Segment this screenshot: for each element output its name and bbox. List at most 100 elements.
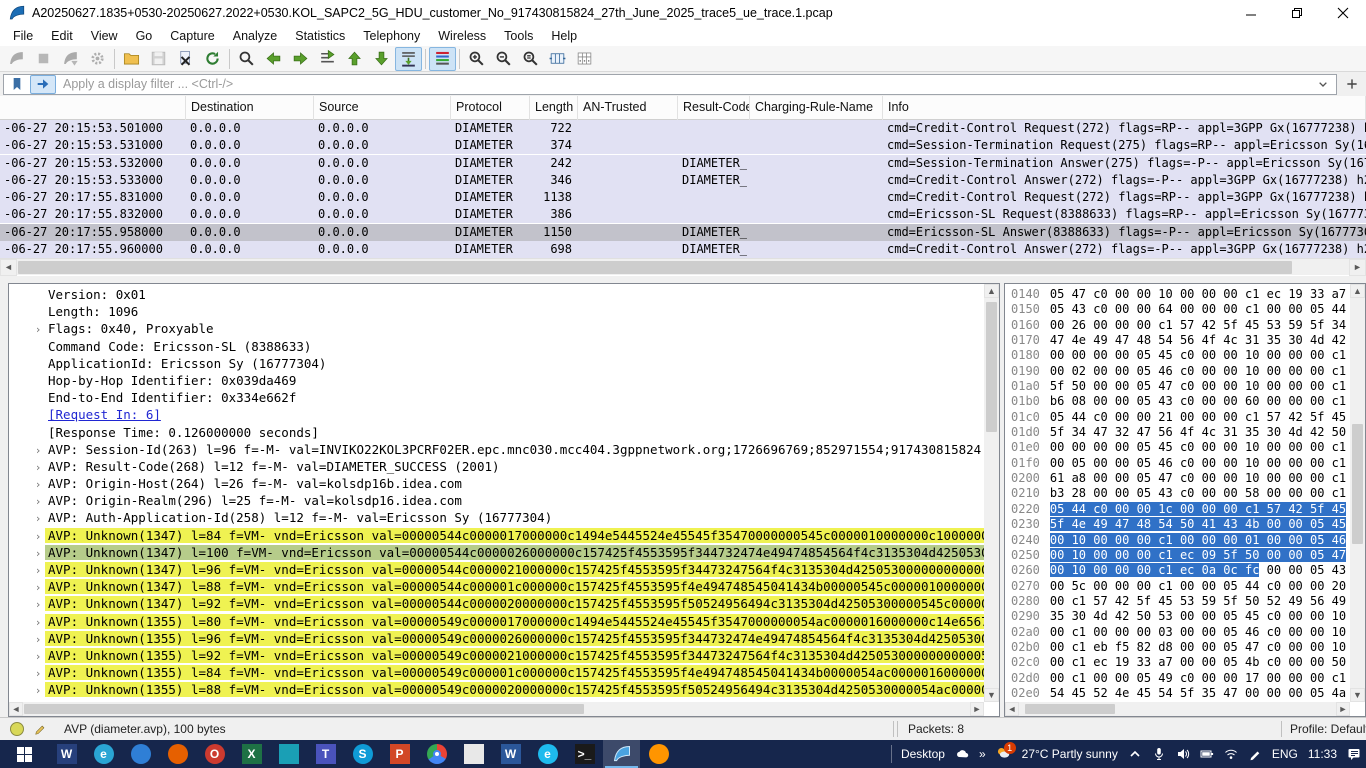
column-header-protocol[interactable]: Protocol xyxy=(451,96,530,120)
hex-row[interactable]: 027000 5c 00 00 00 c1 00 00 05 44 c0 00 … xyxy=(1005,579,1350,594)
taskbar-app-app-blue[interactable] xyxy=(122,740,159,768)
reload-icon[interactable] xyxy=(199,47,226,71)
hex-row[interactable]: 01d05f 34 47 32 47 56 4f 4c 31 35 30 4d … xyxy=(1005,425,1350,440)
detail-hscrollbar[interactable]: ◄ ► xyxy=(9,702,984,716)
colorize-icon[interactable] xyxy=(429,47,456,71)
go-last-icon[interactable] xyxy=(368,47,395,71)
detail-link-line[interactable]: [Request In: 6] xyxy=(9,407,984,424)
speaker-icon[interactable] xyxy=(1171,740,1195,768)
detail-line[interactable]: ›AVP: Unknown(1355) l=96 f=VM- vnd=Erics… xyxy=(9,631,984,648)
menu-capture[interactable]: Capture xyxy=(161,27,223,45)
open-file-icon[interactable] xyxy=(118,47,145,71)
resize-columns-icon[interactable] xyxy=(544,47,571,71)
taskbar-app-wireshark[interactable] xyxy=(603,740,640,768)
taskbar-app-app-teal[interactable] xyxy=(270,740,307,768)
packet-list-hscrollbar[interactable]: ◄ ► xyxy=(0,258,1366,275)
hex-row[interactable]: 0210b3 28 00 00 05 43 c0 00 00 58 00 00 … xyxy=(1005,486,1350,501)
detail-line[interactable]: ›AVP: Unknown(1347) l=96 f=VM- vnd=Erics… xyxy=(9,562,984,579)
packet-row[interactable]: -06-27 20:15:53.5310000.0.0.00.0.0.0DIAM… xyxy=(0,137,1366,154)
taskbar-app-edge[interactable]: e xyxy=(85,740,122,768)
go-back-icon[interactable] xyxy=(260,47,287,71)
taskbar-app-firefox[interactable] xyxy=(159,740,196,768)
annotation-pencil-icon[interactable] xyxy=(34,722,48,739)
hex-row[interactable]: 026000 10 00 00 00 c1 ec 0a 0c fc 00 00 … xyxy=(1005,563,1350,578)
onedrive-cloud-icon[interactable] xyxy=(950,740,974,768)
weather-icon[interactable]: 1 xyxy=(991,740,1017,768)
detail-line[interactable]: ›AVP: Origin-Host(264) l=26 f=-M- val=ko… xyxy=(9,476,984,493)
taskbar-app-word-doc[interactable]: W xyxy=(492,740,529,768)
zoom-in-icon[interactable] xyxy=(463,47,490,71)
hex-row[interactable]: 022005 44 c0 00 00 1c 00 00 00 c1 57 42 … xyxy=(1005,502,1350,517)
taskbar-app-ie[interactable]: e xyxy=(529,740,566,768)
taskbar-app-firefox-2[interactable] xyxy=(640,740,677,768)
bookmark-icon[interactable] xyxy=(4,75,30,94)
detail-line[interactable]: [Response Time: 0.126000000 seconds] xyxy=(9,425,984,442)
hex-row[interactable]: 02a000 c1 00 00 00 03 00 00 05 46 c0 00 … xyxy=(1005,625,1350,640)
taskbar-app-teams[interactable]: T xyxy=(307,740,344,768)
detail-line[interactable]: Version: 0x01 xyxy=(9,287,984,304)
column-header-charging-rule-name[interactable]: Charging-Rule-Name xyxy=(750,96,883,120)
taskbar-app-word-w[interactable]: W xyxy=(48,740,85,768)
detail-line[interactable]: ApplicationId: Ericsson Sy (16777304) xyxy=(9,356,984,373)
menu-telephony[interactable]: Telephony xyxy=(354,27,429,45)
pen-icon[interactable] xyxy=(1243,740,1267,768)
hex-row[interactable]: 02c000 c1 ec 19 33 a7 00 00 05 4b c0 00 … xyxy=(1005,655,1350,670)
detail-line[interactable]: ›AVP: Session-Id(263) l=96 f=-M- val=INV… xyxy=(9,442,984,459)
expert-info-icon[interactable] xyxy=(10,722,24,736)
column-header-info[interactable]: Info xyxy=(883,96,1366,120)
expander-icon[interactable]: › xyxy=(31,530,45,543)
desktop-label[interactable]: Desktop xyxy=(896,740,950,768)
expander-icon[interactable]: › xyxy=(31,444,45,457)
menu-edit[interactable]: Edit xyxy=(42,27,82,45)
packet-row[interactable]: -06-27 20:15:53.5330000.0.0.00.0.0.0DIAM… xyxy=(0,172,1366,189)
filter-apply-arrow-icon[interactable] xyxy=(30,75,56,94)
minimize-button[interactable] xyxy=(1228,0,1274,26)
capture-restart-icon[interactable] xyxy=(57,47,84,71)
tray-chevron-up-icon[interactable] xyxy=(1123,740,1147,768)
hex-row[interactable]: 017047 4e 49 47 48 54 56 4f 4c 31 35 30 … xyxy=(1005,333,1350,348)
clock[interactable]: 11:33 xyxy=(1303,740,1342,768)
expander-icon[interactable]: › xyxy=(31,461,45,474)
expander-icon[interactable]: › xyxy=(31,512,45,525)
detail-line[interactable]: ›AVP: Unknown(1347) l=92 f=VM- vnd=Erics… xyxy=(9,596,984,613)
close-file-icon[interactable] xyxy=(172,47,199,71)
auto-scroll-icon[interactable] xyxy=(395,47,422,71)
menu-help[interactable]: Help xyxy=(542,27,586,45)
taskbar-app-powerpoint[interactable]: P xyxy=(381,740,418,768)
zoom-out-icon[interactable] xyxy=(490,47,517,71)
taskbar-app-chrome[interactable] xyxy=(418,740,455,768)
hex-row[interactable]: 028000 c1 57 42 5f 45 53 59 5f 50 52 49 … xyxy=(1005,594,1350,609)
detail-line[interactable]: ›AVP: Result-Code(268) l=12 f=-M- val=DI… xyxy=(9,459,984,476)
hex-row[interactable]: 02b000 c1 eb f5 82 d8 00 00 05 47 c0 00 … xyxy=(1005,640,1350,655)
taskbar-app-notepad[interactable] xyxy=(455,740,492,768)
hex-row[interactable]: 029035 30 4d 42 50 53 00 00 05 45 c0 00 … xyxy=(1005,609,1350,624)
overflow-chevrons[interactable]: » xyxy=(974,740,991,768)
zoom-reset-icon[interactable] xyxy=(517,47,544,71)
menu-statistics[interactable]: Statistics xyxy=(286,27,354,45)
hex-row[interactable]: 01e000 00 00 00 05 45 c0 00 00 10 00 00 … xyxy=(1005,440,1350,455)
expander-icon[interactable]: › xyxy=(31,633,45,646)
detail-line[interactable]: ›AVP: Unknown(1355) l=92 f=VM- vnd=Erics… xyxy=(9,648,984,665)
menu-file[interactable]: File xyxy=(4,27,42,45)
hex-row[interactable]: 016000 26 00 00 00 c1 57 42 5f 45 53 59 … xyxy=(1005,318,1350,333)
detail-line[interactable]: ›AVP: Unknown(1347) l=100 f=VM- vnd=Eric… xyxy=(9,545,984,562)
detail-vscrollbar[interactable]: ▲ ▼ xyxy=(984,284,999,702)
detail-line[interactable]: Length: 1096 xyxy=(9,304,984,321)
detail-line[interactable]: ›AVP: Unknown(1347) l=84 f=VM- vnd=Erics… xyxy=(9,528,984,545)
detail-line[interactable]: ›AVP: Unknown(1355) l=88 f=VM- vnd=Erics… xyxy=(9,682,984,699)
language-indicator[interactable]: ENG xyxy=(1267,740,1303,768)
hex-row[interactable]: 01f000 05 00 00 05 46 c0 00 00 10 00 00 … xyxy=(1005,456,1350,471)
menu-wireless[interactable]: Wireless xyxy=(429,27,495,45)
taskbar-app-opera-o[interactable]: O xyxy=(196,740,233,768)
action-center-icon[interactable] xyxy=(1342,740,1366,768)
detail-line[interactable]: Hop-by-Hop Identifier: 0x039da469 xyxy=(9,373,984,390)
expander-icon[interactable]: › xyxy=(31,667,45,680)
expander-icon[interactable]: › xyxy=(31,478,45,491)
capture-stop-icon[interactable] xyxy=(30,47,57,71)
hex-row[interactable]: 020061 a8 00 00 05 47 c0 00 00 10 00 00 … xyxy=(1005,471,1350,486)
hex-row[interactable]: 01c005 44 c0 00 00 21 00 00 00 c1 57 42 … xyxy=(1005,410,1350,425)
column-header-destination[interactable]: Destination xyxy=(186,96,314,120)
menu-analyze[interactable]: Analyze xyxy=(224,27,286,45)
hex-row[interactable]: 015005 43 c0 00 00 64 00 00 00 c1 00 00 … xyxy=(1005,302,1350,317)
profile-text[interactable]: Profile: Default xyxy=(1290,722,1366,736)
